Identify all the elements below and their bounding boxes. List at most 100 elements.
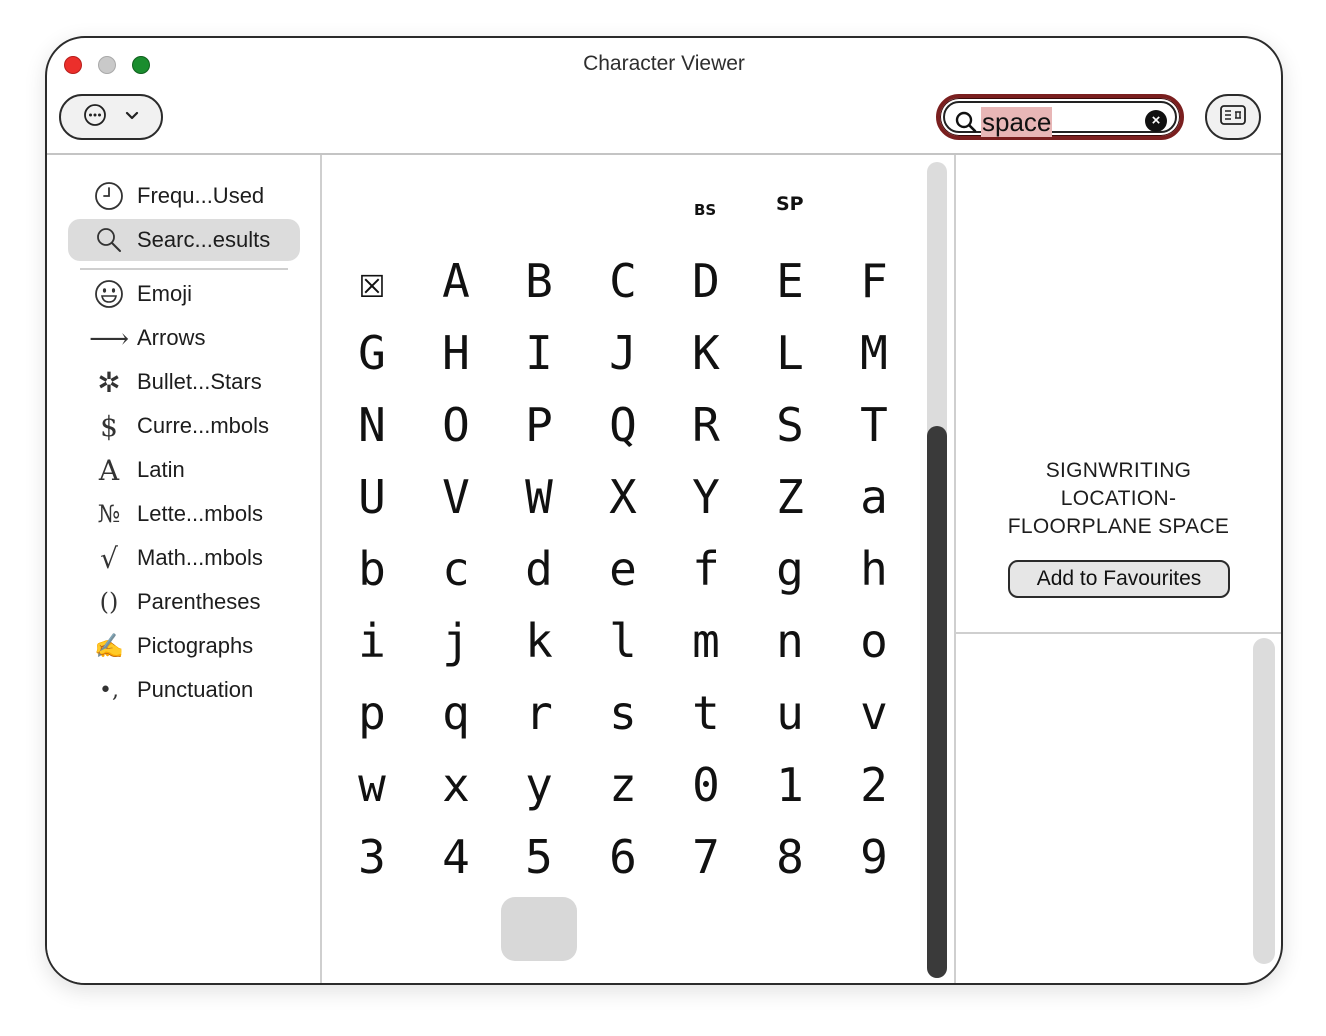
character-cell[interactable]: e — [581, 533, 665, 605]
character-cell[interactable]: o — [832, 605, 916, 677]
sidebar-item-label: Bullet...Stars — [137, 369, 262, 394]
character-cell[interactable]: 6 — [581, 821, 665, 893]
character-cell[interactable]: J — [581, 317, 665, 389]
sidebar-item-arrows[interactable]: ⟶ Arrows — [68, 317, 300, 359]
sidebar-item-currency-symbols[interactable]: $ Curre...mbols — [68, 405, 300, 447]
grid-label-sp: SP — [776, 193, 804, 215]
character-cell[interactable]: g — [748, 533, 832, 605]
sidebar-item-search-results[interactable]: Searc...esults — [68, 219, 300, 261]
sidebar-item-parentheses[interactable]: () Parentheses — [68, 581, 300, 623]
character-cell[interactable]: 9 — [832, 821, 916, 893]
character-cell[interactable]: d — [497, 533, 581, 605]
character-cell[interactable]: 3 — [330, 821, 414, 893]
character-cell[interactable]: q — [414, 677, 498, 749]
character-cell[interactable]: b — [330, 533, 414, 605]
character-cell[interactable]: M — [832, 317, 916, 389]
character-cell[interactable]: y — [497, 749, 581, 821]
character-cell[interactable]: L — [748, 317, 832, 389]
character-cell[interactable]: I — [497, 317, 581, 389]
character-cell[interactable]: l — [581, 605, 665, 677]
search-field-inner: space × — [943, 101, 1177, 137]
character-cell[interactable]: c — [414, 533, 498, 605]
character-cell[interactable]: s — [581, 677, 665, 749]
sidebar-item-emoji[interactable]: Emoji — [68, 273, 300, 315]
character-cell[interactable]: P — [497, 389, 581, 461]
grid-label-bs: BS — [694, 201, 717, 219]
character-cell[interactable]: C — [581, 245, 665, 317]
view-options-button[interactable] — [59, 94, 163, 140]
smiley-icon — [92, 273, 126, 315]
character-cell[interactable]: W — [497, 461, 581, 533]
character-cell[interactable]: Z — [748, 461, 832, 533]
keyboard-icon — [1220, 104, 1246, 130]
sidebar-item-label: Curre...mbols — [137, 413, 270, 438]
sidebar-item-math-symbols[interactable]: √ Math...mbols — [68, 537, 300, 579]
add-to-favourites-button[interactable]: Add to Favourites — [1008, 560, 1230, 598]
character-name-line: LOCATION- — [1060, 487, 1177, 510]
character-cell[interactable]: 8 — [748, 821, 832, 893]
character-cell[interactable]: A — [414, 245, 498, 317]
character-name: SIGNWRITING LOCATION- FLOORPLANE SPACE — [956, 457, 1281, 541]
character-cell[interactable]: X — [581, 461, 665, 533]
character-cell[interactable]: E — [748, 245, 832, 317]
search-field[interactable]: space × — [936, 94, 1184, 140]
character-cell[interactable]: F — [832, 245, 916, 317]
dollar-icon: $ — [100, 409, 118, 443]
category-sidebar: Frequ...Used Searc...esults Emoji ⟶ Arro… — [47, 155, 320, 983]
character-cell[interactable]: N — [330, 389, 414, 461]
sidebar-item-latin[interactable]: A Latin — [68, 449, 300, 491]
sidebar-item-frequently-used[interactable]: Frequ...Used — [68, 175, 300, 217]
character-cell[interactable]: w — [330, 749, 414, 821]
character-cell[interactable]: ☒ — [330, 245, 414, 317]
character-cell[interactable] — [497, 893, 581, 965]
character-cell[interactable]: U — [330, 461, 414, 533]
character-cell[interactable]: O — [414, 389, 498, 461]
character-cell[interactable]: k — [497, 605, 581, 677]
character-cell[interactable]: 1 — [748, 749, 832, 821]
character-cell[interactable]: B — [497, 245, 581, 317]
clear-search-icon[interactable]: × — [1145, 110, 1167, 132]
character-cell[interactable]: G — [330, 317, 414, 389]
character-cell[interactable]: n — [748, 605, 832, 677]
character-cell[interactable]: i — [330, 605, 414, 677]
character-cell[interactable]: Y — [664, 461, 748, 533]
character-cell[interactable]: D — [664, 245, 748, 317]
character-cell[interactable]: S — [748, 389, 832, 461]
character-cell[interactable]: m — [664, 605, 748, 677]
sidebar-item-letterlike-symbols[interactable]: № Lette...mbols — [68, 493, 300, 535]
character-cell[interactable]: h — [832, 533, 916, 605]
character-cell[interactable]: 5 — [497, 821, 581, 893]
character-cell[interactable]: V — [414, 461, 498, 533]
character-cell[interactable]: 2 — [832, 749, 916, 821]
character-cell[interactable]: z — [581, 749, 665, 821]
character-cell[interactable]: t — [664, 677, 748, 749]
character-cell[interactable]: T — [832, 389, 916, 461]
character-cell[interactable]: 4 — [414, 821, 498, 893]
character-cell[interactable]: a — [832, 461, 916, 533]
grid-scrollbar-thumb[interactable] — [927, 426, 947, 978]
parentheses-icon: () — [99, 588, 119, 616]
search-icon — [955, 111, 977, 138]
character-cell[interactable]: Q — [581, 389, 665, 461]
variants-scrollbar-track[interactable] — [1253, 638, 1275, 964]
character-cell[interactable]: j — [414, 605, 498, 677]
sidebar-divider — [80, 268, 288, 270]
character-cell[interactable]: p — [330, 677, 414, 749]
character-cell[interactable]: R — [664, 389, 748, 461]
sidebar-item-punctuation[interactable]: •, Punctuation — [68, 669, 300, 711]
search-input[interactable]: space — [981, 107, 1053, 137]
character-cell[interactable]: f — [664, 533, 748, 605]
character-cell[interactable]: 0 — [664, 749, 748, 821]
character-cell[interactable]: u — [748, 677, 832, 749]
sidebar-item-pictographs[interactable]: ✍ Pictographs — [68, 625, 300, 667]
character-cell[interactable]: K — [664, 317, 748, 389]
square-root-icon: √ — [100, 541, 118, 575]
character-cell[interactable]: r — [497, 677, 581, 749]
character-cell[interactable]: 7 — [664, 821, 748, 893]
keyboard-viewer-button[interactable] — [1205, 94, 1261, 140]
sidebar-item-label: Parentheses — [137, 589, 261, 614]
character-cell[interactable]: H — [414, 317, 498, 389]
character-cell[interactable]: x — [414, 749, 498, 821]
character-cell[interactable]: v — [832, 677, 916, 749]
sidebar-item-bullets-stars[interactable]: ✲ Bullet...Stars — [68, 361, 300, 403]
